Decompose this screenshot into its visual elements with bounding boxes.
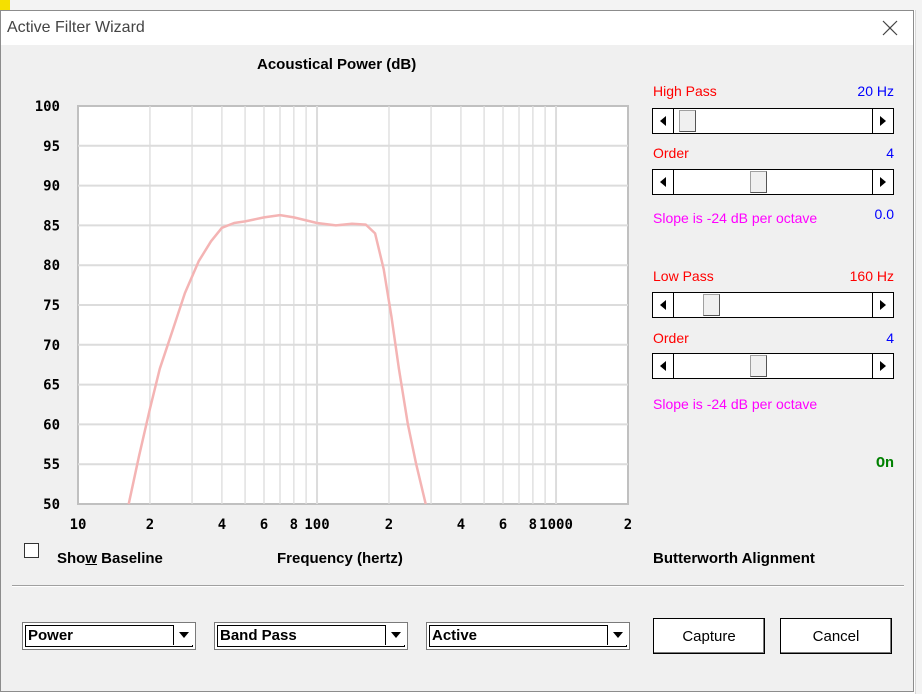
arrow-right-icon xyxy=(880,116,886,126)
x-tick-label: 1000 xyxy=(539,517,573,533)
title-bar: Active Filter Wizard xyxy=(1,11,913,45)
y-tick-label: 95 xyxy=(43,139,60,155)
mode-dropdown[interactable]: Power xyxy=(22,622,196,650)
low-pass-label: Low Pass xyxy=(653,268,714,284)
show-baseline-label-post: Baseline xyxy=(97,550,163,567)
arrow-right-icon xyxy=(880,361,886,371)
show-baseline-label[interactable]: Show Baseline xyxy=(57,550,163,567)
low-pass-order-label: Order xyxy=(653,330,689,346)
high-pass-order-slider[interactable] xyxy=(652,169,894,195)
high-pass-order-label: Order xyxy=(653,145,689,161)
high-pass-slider[interactable] xyxy=(652,108,894,134)
high-pass-order-thumb[interactable] xyxy=(750,171,767,193)
x-tick-label: 4 xyxy=(457,517,465,533)
circuit-dropdown[interactable]: Active xyxy=(426,622,630,650)
y-tick-label: 80 xyxy=(43,258,60,274)
close-icon xyxy=(882,20,898,36)
chevron-down-icon xyxy=(390,632,401,638)
low-pass-increase-button[interactable] xyxy=(872,292,894,318)
y-tick-label: 90 xyxy=(43,179,60,195)
divider xyxy=(12,585,904,587)
chevron-down-icon xyxy=(178,632,189,638)
cancel-button[interactable]: Cancel xyxy=(780,618,892,654)
chevron-down-icon xyxy=(612,632,623,638)
low-pass-value: 160 Hz xyxy=(849,268,894,284)
mode-dropdown-value: Power xyxy=(28,627,74,644)
y-tick-label: 70 xyxy=(43,338,60,354)
y-tick-label: 55 xyxy=(43,457,60,473)
chart-title: Acoustical Power (dB) xyxy=(257,56,417,73)
filter-type-dropdown[interactable]: Band Pass xyxy=(214,622,408,650)
high-pass-track[interactable] xyxy=(674,108,872,134)
filter-type-dropdown-value: Band Pass xyxy=(220,627,297,644)
high-pass-order-decrease-button[interactable] xyxy=(652,169,674,195)
high-pass-thumb[interactable] xyxy=(679,110,696,132)
high-pass-order-value: 4 xyxy=(886,145,894,161)
x-tick-label: 4 xyxy=(218,517,226,533)
y-tick-label: 85 xyxy=(43,218,60,234)
status-on-indicator: On xyxy=(875,455,894,472)
close-button[interactable] xyxy=(875,14,905,42)
high-pass-decrease-button[interactable] xyxy=(652,108,674,134)
arrow-right-icon xyxy=(880,300,886,310)
high-pass-value: 20 Hz xyxy=(857,83,894,99)
window-title: Active Filter Wizard xyxy=(7,19,145,36)
x-tick-label: 10 xyxy=(70,517,87,533)
x-tick-label: 6 xyxy=(260,517,268,533)
low-pass-slider[interactable] xyxy=(652,292,894,318)
low-pass-slope-text: Slope is -24 dB per octave xyxy=(653,396,818,412)
low-pass-order-increase-button[interactable] xyxy=(872,353,894,379)
low-pass-order-thumb[interactable] xyxy=(750,355,767,377)
y-tick-label: 60 xyxy=(43,417,60,433)
alignment-label: Butterworth Alignment xyxy=(653,550,815,567)
mode-dropdown-button[interactable] xyxy=(173,625,193,645)
high-pass-slope-text: Slope is -24 dB per octave xyxy=(653,210,818,226)
x-tick-label: 8 xyxy=(529,517,537,533)
y-tick-label: 65 xyxy=(43,378,60,394)
low-pass-order-value: 4 xyxy=(886,330,894,346)
y-tick-label: 75 xyxy=(43,298,60,314)
high-pass-order-increase-button[interactable] xyxy=(872,169,894,195)
x-tick-label: 100 xyxy=(304,517,329,533)
x-tick-label: 6 xyxy=(499,517,507,533)
circuit-dropdown-button[interactable] xyxy=(607,625,627,645)
low-pass-order-decrease-button[interactable] xyxy=(652,353,674,379)
x-tick-label: 2 xyxy=(385,517,393,533)
y-tick-label: 50 xyxy=(43,497,60,513)
arrow-left-icon xyxy=(660,300,666,310)
background-window-strip xyxy=(0,0,922,10)
arrow-left-icon xyxy=(660,361,666,371)
low-pass-decrease-button[interactable] xyxy=(652,292,674,318)
show-baseline-checkbox[interactable] xyxy=(24,543,39,558)
x-tick-label: 8 xyxy=(290,517,298,533)
low-pass-order-slider[interactable] xyxy=(652,353,894,379)
low-pass-track[interactable] xyxy=(674,292,872,318)
show-baseline-accelerator: w xyxy=(85,550,98,567)
show-baseline-label-pre: Sho xyxy=(57,550,86,567)
background-window-edge xyxy=(915,10,922,694)
x-tick-label: 2 xyxy=(624,517,632,533)
x-axis-label: Frequency (hertz) xyxy=(277,550,403,567)
high-pass-label: High Pass xyxy=(653,83,717,99)
low-pass-order-track[interactable] xyxy=(674,353,872,379)
high-pass-slope-value: 0.0 xyxy=(874,206,894,222)
y-tick-label: 100 xyxy=(35,99,60,115)
arrow-right-icon xyxy=(880,177,886,187)
low-pass-thumb[interactable] xyxy=(703,294,720,316)
x-tick-label: 2 xyxy=(146,517,154,533)
background-corner xyxy=(0,0,10,10)
frequency-response-chart: 1009590858075706560555010 2 4 6 8 100 2 4 6 8 1000… xyxy=(35,99,633,533)
arrow-left-icon xyxy=(660,177,666,187)
arrow-left-icon xyxy=(660,116,666,126)
high-pass-increase-button[interactable] xyxy=(872,108,894,134)
capture-button[interactable]: Capture xyxy=(653,618,765,654)
filter-type-dropdown-button[interactable] xyxy=(385,625,405,645)
circuit-dropdown-value: Active xyxy=(432,627,478,644)
high-pass-order-track[interactable] xyxy=(674,169,872,195)
